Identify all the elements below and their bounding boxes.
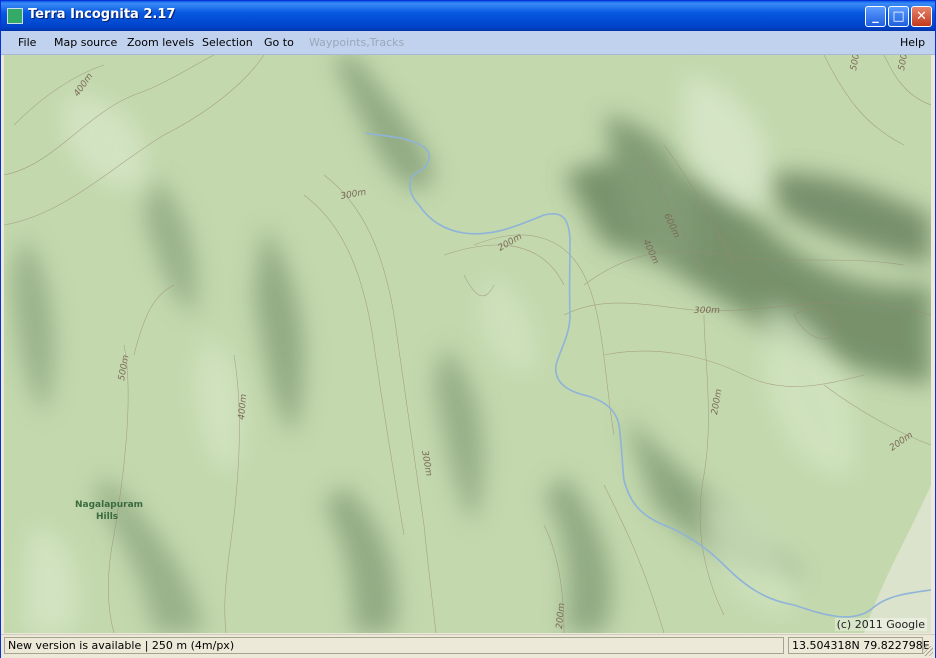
minimize-button[interactable]: _ [865,6,886,27]
close-button[interactable]: ✕ [911,6,932,27]
maximize-icon: □ [892,9,905,24]
menu-zoom-levels[interactable]: Zoom levels [127,36,194,49]
maximize-button[interactable]: □ [888,6,909,27]
map-view[interactable]: 400m 300m 200m 400m 600m 300m 500m 400m … [4,55,931,633]
title-bar[interactable]: Terra Incognita 2.17 _ □ ✕ [1,1,935,31]
menu-bar: File Map source Zoom levels Selection Go… [1,31,935,55]
menu-waypoints-tracks[interactable]: Waypoints,Tracks [309,36,404,49]
menu-map-source[interactable]: Map source [54,36,117,49]
map-copyright: (c) 2011 Google [834,618,927,631]
resize-grip-icon[interactable] [923,646,933,656]
menu-go-to[interactable]: Go to [264,36,294,49]
place-label-line2: Hills [96,512,118,522]
menu-help[interactable]: Help [900,36,925,49]
menu-file[interactable]: File [18,36,36,49]
app-icon [7,8,23,24]
status-bar: New version is available | 250 m (4m/px)… [1,634,935,658]
app-window: Terra Incognita 2.17 _ □ ✕ File Map sour… [0,0,936,658]
terrain-map[interactable]: 400m 300m 200m 400m 600m 300m 500m 400m … [4,55,931,633]
close-icon: ✕ [916,9,927,24]
contour-label: 300m [694,306,720,316]
status-coordinates: 13.504318N 79.822798E [788,637,930,654]
minimize-icon: _ [872,9,879,24]
menu-selection[interactable]: Selection [202,36,253,49]
status-message[interactable]: New version is available | 250 m (4m/px) [4,637,784,654]
place-label-line1: Nagalapuram [75,500,143,510]
window-title: Terra Incognita 2.17 [28,7,176,22]
